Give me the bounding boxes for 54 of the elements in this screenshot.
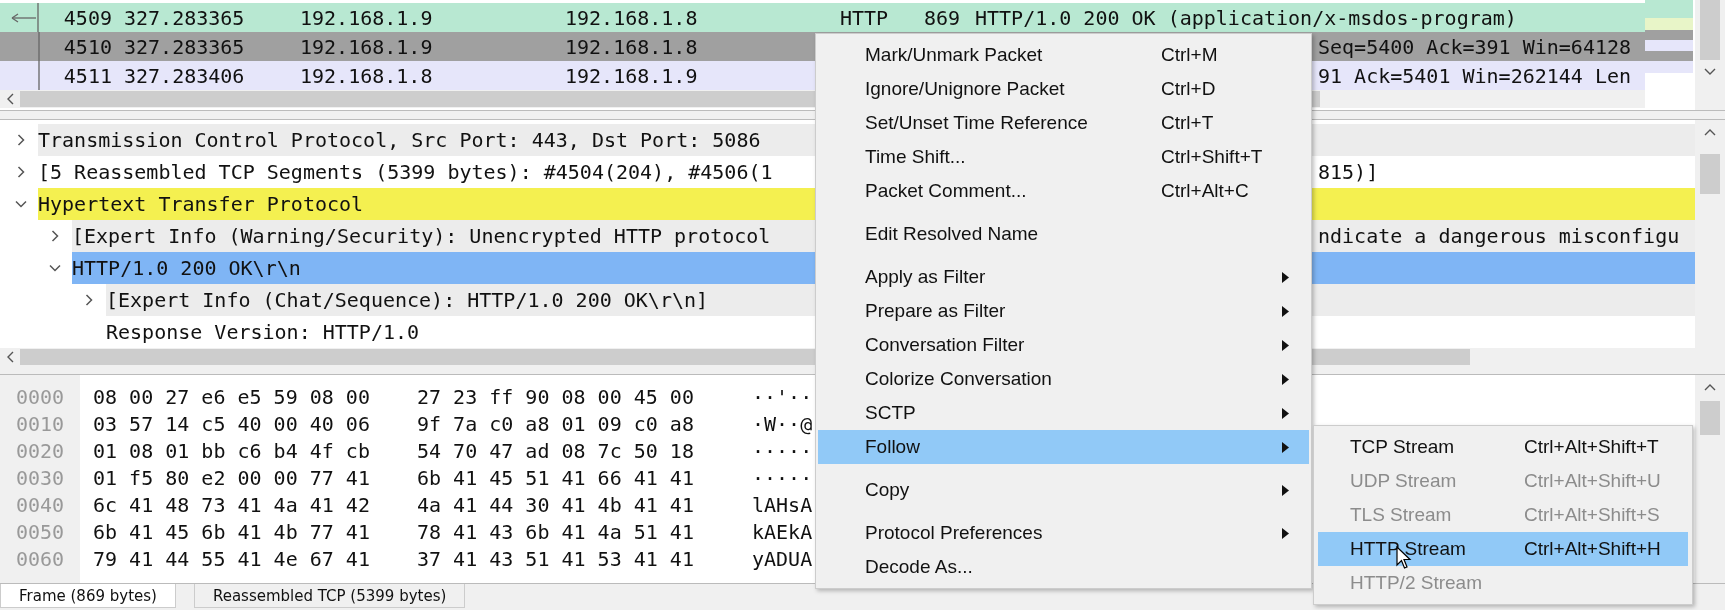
hex-bytes: 01 f5 80 e2 00 00 77 41	[92, 465, 371, 490]
tree-item-label: Response Version: HTTP/1.0	[106, 320, 420, 344]
table-cell: 4510	[63, 34, 112, 59]
byte-offset: 0060	[15, 546, 66, 571]
byte-offset: 0030	[15, 465, 66, 490]
hex-bytes: 27 23 ff 90 08 00 45 00	[417, 384, 695, 409]
hex-bytes: 6b 41 45 51 41 66 41 41	[417, 465, 695, 490]
table-cell-text: 192.168.1.8	[565, 5, 699, 30]
ascii-bytes: ·W··@	[752, 411, 813, 436]
table-cell-text: HTTP/1.0 200 OK (application/x-msdos-program)	[974, 5, 1518, 30]
table-cell-text: 327.283365	[123, 34, 246, 59]
hex-bytes: 37 41 43 51 41 53 41 41	[417, 546, 695, 571]
ascii-bytes: lAHsA	[752, 492, 813, 517]
table-cell-text: 327.283365	[123, 5, 246, 30]
table-cell-text: 192.168.1.8	[565, 34, 699, 59]
tree-item-label: Transmission Control Protocol, Src Port: 443, Dst Port: 5086	[38, 128, 761, 152]
tree-item-label: [Expert Info (Chat/Sequence): HTTP/1.0 200 OK\r\n]	[106, 288, 709, 312]
table-cell-text: 192.168.1.9	[300, 5, 434, 30]
table-cell-text: 91 Ack=5401 Win=262144 Len	[1318, 63, 1633, 88]
table-cell-text: Seq=5400 Ack=391 Win=64128	[1318, 34, 1633, 59]
table-cell: 4511	[63, 63, 112, 88]
hex-bytes: 78 41 43 6b 41 4a 51 41	[417, 519, 695, 544]
tree-item-label: HTTP/1.0 200 OK\r\n	[72, 256, 301, 280]
hex-bytes: 54 70 47 ad 08 7c 50 18	[417, 438, 695, 463]
table-cell-text: 192.168.1.9	[300, 34, 434, 59]
byte-offset: 0040	[15, 492, 66, 517]
hex-bytes: 03 57 14 c5 40 00 40 06	[92, 411, 371, 436]
hex-bytes: 08 00 27 e6 e5 59 08 00	[92, 384, 371, 409]
ascii-bytes: ·····	[752, 438, 813, 463]
table-cell-text: 327.283406	[123, 63, 246, 88]
ascii-bytes: yADUA	[752, 546, 813, 571]
table-cell: 869	[923, 5, 960, 30]
byte-offset: 0010	[15, 411, 66, 436]
hex-bytes: 6b 41 45 6b 41 4b 77 41	[92, 519, 371, 544]
hex-bytes: 4a 41 44 30 41 4b 41 41	[417, 492, 695, 517]
hex-bytes: 9f 7a c0 a8 01 09 c0 a8	[417, 411, 695, 436]
table-cell-text: HTTP	[840, 5, 890, 30]
tree-item-label: [Expert Info (Warning/Security): Unencrypted HTTP protocol	[72, 224, 771, 248]
byte-offset: 0020	[15, 438, 66, 463]
tree-item-label: [5 Reassembled TCP Segments (5399 bytes): #4504(204), #4506(1	[38, 160, 773, 184]
hex-bytes: 6c 41 48 73 41 4a 41 42	[92, 492, 371, 517]
ascii-bytes: kAEkA	[752, 519, 813, 544]
table-cell: 4509	[63, 5, 112, 30]
table-cell-text: 192.168.1.9	[565, 63, 699, 88]
hex-bytes: 01 08 01 bb c6 b4 4f cb	[92, 438, 371, 463]
tree-item-label: ndicate a dangerous misconfigu	[1318, 224, 1680, 248]
table-cell-text: 192.168.1.8	[300, 63, 434, 88]
hex-bytes: 79 41 44 55 41 4e 67 41	[92, 546, 371, 571]
byte-offset: 0000	[15, 384, 66, 409]
ascii-bytes: ·····	[752, 465, 813, 490]
ascii-bytes: ··'··	[752, 384, 813, 409]
tree-item-label: 815)]	[1318, 160, 1379, 184]
byte-offset: 0050	[15, 519, 66, 544]
tree-item-label: Hypertext Transfer Protocol	[38, 192, 364, 216]
